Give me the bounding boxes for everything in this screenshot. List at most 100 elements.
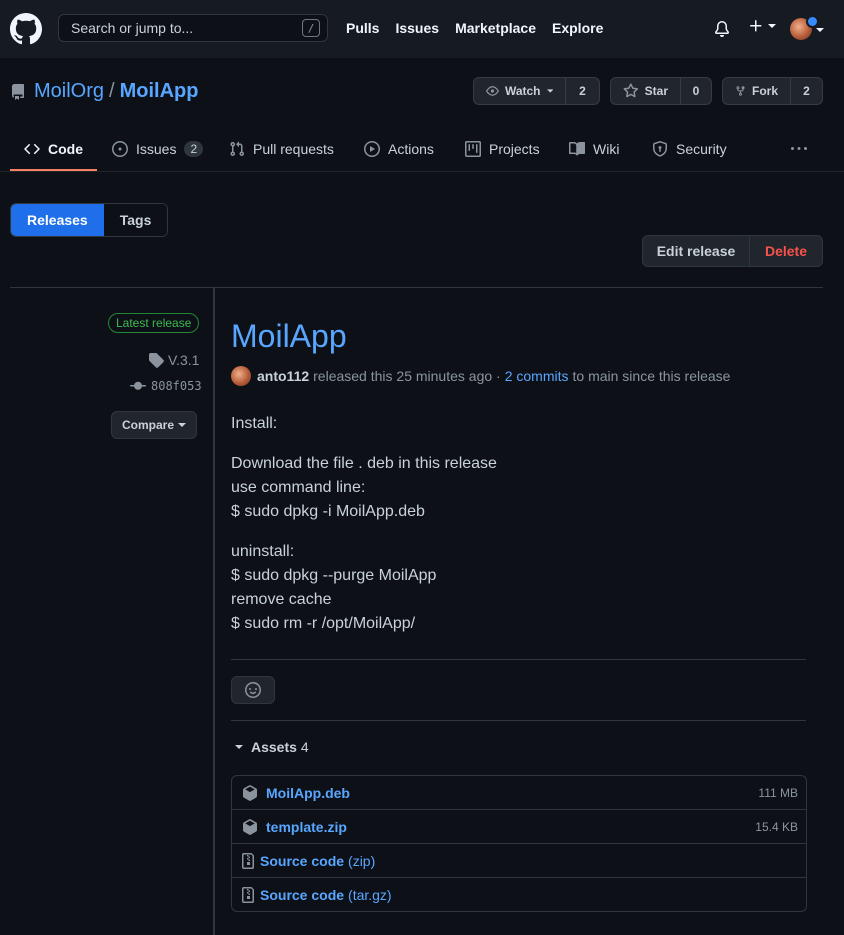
watch-button[interactable]: Watch	[474, 78, 566, 104]
assets-list: MoilApp.deb 111 MB template.zip 15.4 KB …	[231, 775, 807, 912]
tab-actions[interactable]: Actions	[364, 128, 434, 170]
fork-button-group: Fork 2	[722, 77, 823, 105]
repo-name-link[interactable]: MoilApp	[120, 80, 199, 103]
asset-link[interactable]: Source code	[260, 887, 344, 903]
release-byline: anto112 released this 25 minutes ago · 2…	[231, 366, 730, 386]
notes-line: Install:	[231, 415, 278, 432]
watch-label: Watch	[504, 84, 541, 98]
github-logo-icon[interactable]	[10, 13, 42, 45]
search-shortcut-hint: /	[302, 19, 320, 37]
more-tabs-kebab-icon[interactable]	[790, 128, 808, 170]
asset-link[interactable]: MoilApp.deb	[266, 785, 350, 801]
book-icon	[569, 141, 585, 156]
asset-size: 111 MB	[758, 785, 798, 800]
asset-row: Source code (zip)	[232, 843, 806, 877]
tab-pull-requests[interactable]: Pull requests	[229, 128, 334, 170]
edit-release-button[interactable]: Edit release	[643, 236, 750, 266]
star-button-group: Star 0	[610, 77, 712, 105]
watch-count[interactable]: 2	[566, 78, 599, 104]
eye-icon	[486, 86, 499, 96]
issues-count-badge: 2	[184, 141, 204, 157]
divider	[231, 720, 806, 721]
tab-issues[interactable]: Issues 2	[112, 128, 204, 170]
triangle-down-icon	[235, 745, 243, 749]
fork-count[interactable]: 2	[791, 78, 822, 104]
releases-tags-toggle: Releases Tags	[10, 203, 169, 237]
tab-projects[interactable]: Projects	[465, 128, 540, 170]
tab-wiki[interactable]: Wiki	[569, 128, 619, 170]
tab-security[interactable]: Security	[652, 128, 727, 170]
repo-title: MoilOrg / MoilApp	[10, 80, 198, 103]
release-notes: Install: Download the file . deb in this…	[231, 412, 806, 652]
global-header: Search or jump to... / Pulls Issues Mark…	[0, 0, 844, 58]
fork-button[interactable]: Fork	[723, 78, 791, 104]
asset-link[interactable]: template.zip	[266, 819, 347, 835]
release-tag-link[interactable]: V.3.1	[148, 352, 199, 368]
divider	[10, 287, 823, 288]
asset-ext[interactable]: (tar.gz)	[348, 887, 392, 903]
notes-line: $ sudo rm -r /opt/MoilApp/	[231, 615, 416, 632]
star-button[interactable]: Star	[611, 78, 681, 104]
tab-wiki-label: Wiki	[593, 141, 620, 157]
caret-down-icon	[178, 423, 186, 427]
author-avatar[interactable]	[231, 366, 251, 386]
tab-actions-label: Actions	[388, 141, 434, 157]
notes-paragraph: Install:	[231, 412, 806, 436]
repo-icon	[10, 83, 26, 100]
asset-link[interactable]: Source code	[260, 853, 344, 869]
shield-icon	[653, 141, 667, 157]
notes-paragraph: Download the file . deb in this release …	[231, 452, 806, 524]
release-title[interactable]: MoilApp	[231, 318, 347, 355]
star-count[interactable]: 0	[681, 78, 711, 104]
commits-suffix: to main since this release	[572, 368, 731, 384]
commits-link[interactable]: 2 commits	[505, 368, 569, 384]
notes-line: Download the file . deb in this release	[231, 455, 497, 472]
tags-toggle-button[interactable]: Tags	[103, 204, 168, 236]
commit-sha: 808f053	[151, 379, 202, 393]
delete-release-button[interactable]: Delete	[750, 236, 822, 266]
timeline-line	[213, 288, 215, 935]
release-commit-link[interactable]: 808f053	[130, 378, 202, 394]
tab-code[interactable]: Code	[10, 128, 97, 171]
package-icon	[243, 784, 257, 801]
nav-marketplace[interactable]: Marketplace	[455, 20, 536, 36]
star-icon	[623, 83, 639, 98]
play-circle-icon	[364, 141, 380, 157]
assets-toggle[interactable]: Assets 4	[235, 739, 309, 755]
notes-line: use command line:	[231, 479, 366, 496]
repo-tabs: Code Issues 2 Pull requests Actions Proj…	[0, 128, 844, 172]
releases-toggle-button[interactable]: Releases	[11, 204, 104, 236]
project-board-icon	[465, 141, 481, 157]
tab-projects-label: Projects	[489, 141, 540, 157]
caret-down-icon	[768, 24, 776, 28]
compare-label: Compare	[121, 418, 174, 432]
nav-issues[interactable]: Issues	[395, 20, 439, 36]
latest-release-badge: Latest release	[108, 313, 200, 333]
asset-row: Source code (tar.gz)	[232, 877, 806, 911]
asset-ext[interactable]: (zip)	[348, 853, 375, 869]
author-link[interactable]: anto112	[257, 368, 309, 384]
caret-down-icon	[546, 89, 553, 93]
issue-opened-icon	[112, 141, 128, 157]
compare-dropdown[interactable]: Compare	[111, 411, 197, 439]
search-input[interactable]: Search or jump to... /	[58, 14, 328, 42]
add-reaction-button[interactable]	[231, 676, 275, 704]
divider	[231, 659, 806, 660]
smiley-icon	[245, 682, 261, 698]
package-icon	[243, 818, 257, 835]
notes-line: $ sudo dpkg --purge MoilApp	[231, 567, 437, 584]
create-new-dropdown[interactable]	[748, 18, 776, 34]
assets-label: Assets	[251, 739, 297, 755]
file-zip-icon	[242, 886, 254, 903]
nav-pulls[interactable]: Pulls	[346, 20, 379, 36]
git-commit-icon	[130, 381, 146, 390]
notes-line: remove cache	[231, 591, 332, 608]
global-nav: Pulls Issues Marketplace Explore	[346, 20, 603, 36]
tab-issues-label: Issues	[136, 141, 177, 157]
notifications-bell-icon[interactable]	[714, 20, 730, 38]
notes-paragraph: uninstall: $ sudo dpkg --purge MoilApp r…	[231, 540, 806, 636]
nav-explore[interactable]: Explore	[552, 20, 603, 36]
repo-owner-link[interactable]: MoilOrg	[34, 80, 104, 103]
fork-label: Fork	[751, 84, 778, 98]
caret-down-icon[interactable]	[816, 26, 824, 34]
